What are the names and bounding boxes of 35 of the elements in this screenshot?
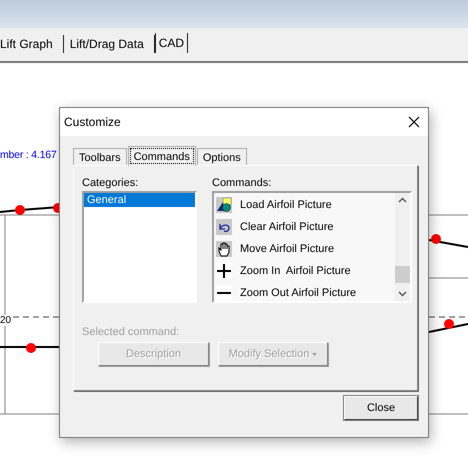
- dialog-tab[interactable]: Toolbars: [73, 148, 127, 165]
- data-point: [15, 205, 25, 215]
- reference-line: [428, 316, 468, 318]
- categories-label: Categories:: [82, 177, 140, 189]
- data-point: [26, 343, 36, 353]
- command-item[interactable]: Zoom In Airfoil Picture: [240, 265, 351, 277]
- category-item[interactable]: General: [84, 193, 195, 207]
- command-item[interactable]: Load Airfoil Picture: [240, 199, 332, 211]
- reference-line: [12, 316, 60, 318]
- close-icon[interactable]: [408, 116, 420, 128]
- curve-line: [0, 346, 60, 348]
- axis-tick-label: 20: [0, 315, 12, 326]
- hand-icon: [216, 241, 232, 257]
- commands-label: Commands:: [212, 177, 272, 189]
- caret-icon: [312, 352, 318, 356]
- data-point: [444, 319, 454, 329]
- scrollbar[interactable]: [395, 193, 410, 301]
- command-item[interactable]: Zoom Out Airfoil Picture: [240, 287, 356, 299]
- data-point: [431, 234, 441, 244]
- scroll-thumb[interactable]: [395, 266, 410, 283]
- dialog-tab[interactable]: Options: [196, 148, 247, 165]
- command-item[interactable]: Clear Airfoil Picture: [240, 221, 334, 233]
- app-tab[interactable]: CAD: [154, 33, 188, 53]
- curve-line: [428, 323, 468, 333]
- app-tab[interactable]: Lift Graph: [0, 35, 64, 53]
- command-item[interactable]: Move Airfoil Picture: [240, 243, 334, 255]
- shapes-icon: [216, 197, 232, 213]
- plus-icon: [216, 263, 232, 279]
- dialog-tab[interactable]: Commands: [128, 146, 196, 166]
- selected-command-label: Selected command:: [82, 326, 180, 338]
- close-button[interactable]: Close: [344, 396, 418, 420]
- curve-line: [428, 239, 468, 248]
- undo-icon: [216, 219, 232, 235]
- graph-label: mber : 4.167: [0, 149, 57, 161]
- dialog-title: Customize: [64, 115, 121, 129]
